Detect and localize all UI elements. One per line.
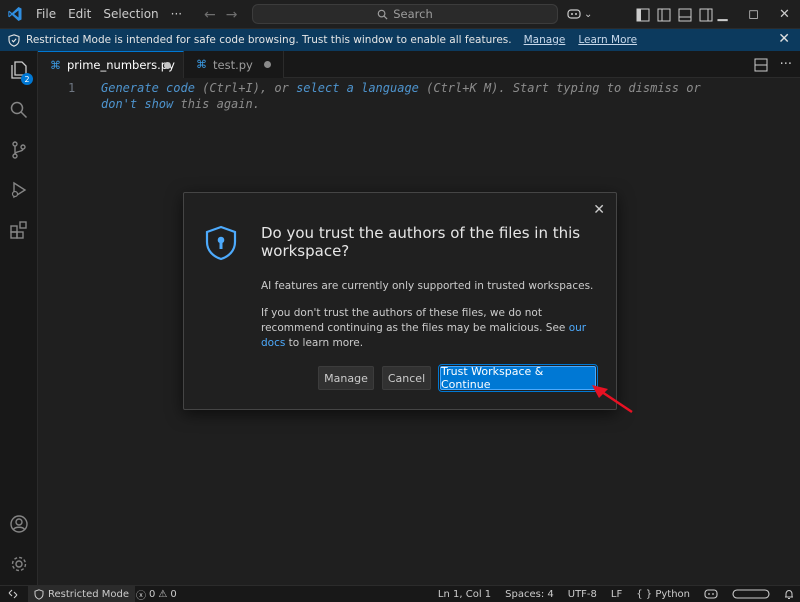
accounts-activity[interactable] — [0, 505, 38, 543]
shield-icon — [34, 588, 44, 600]
empty-editor-hint: Generate code (Ctrl+I), or select a lang… — [101, 80, 741, 112]
dialog-message: AI features are currently only supported… — [261, 280, 594, 292]
hint-text: (Ctrl+K M). Start typing to dismiss or — [418, 81, 701, 95]
search-icon — [10, 101, 28, 119]
problems-status[interactable]: ⓧ 0 ⚠ 0 — [136, 586, 177, 602]
tab-label: test.py — [213, 57, 253, 72]
command-center-search[interactable]: Search — [252, 4, 558, 24]
toggle-panel-icon[interactable] — [678, 8, 692, 22]
error-count: 0 — [149, 588, 156, 600]
language-mode[interactable]: { } Python — [636, 589, 690, 600]
search-activity[interactable] — [0, 91, 38, 129]
hint-text: this again. — [173, 97, 260, 111]
python-file-icon: ⌘ — [196, 58, 207, 71]
chevron-down-icon: ⌄ — [584, 8, 593, 20]
source-control-icon — [12, 141, 26, 159]
remote-icon — [8, 589, 18, 599]
dialog-close-icon[interactable]: ✕ — [593, 202, 605, 218]
manage-activity[interactable] — [0, 545, 38, 583]
navigation-arrows: ← → — [204, 0, 237, 29]
cancel-button[interactable]: Cancel — [382, 366, 431, 390]
search-icon — [377, 9, 388, 20]
activity-bar: 2 — [0, 51, 38, 585]
menu-selection[interactable]: Selection — [97, 0, 164, 29]
braces-icon: { } — [636, 588, 653, 600]
editor-actions: ··· — [754, 51, 792, 78]
close-window-icon[interactable]: ✕ — [769, 7, 800, 22]
title-bar: File Edit Selection ··· ← → Search ⌄ ▁ ◻… — [0, 0, 800, 29]
warning-count: 0 — [170, 588, 177, 600]
copilot-menu-button[interactable]: ⌄ — [566, 5, 592, 23]
encoding[interactable]: UTF-8 — [568, 589, 597, 600]
menu-more[interactable]: ··· — [165, 0, 188, 29]
banner-manage-link[interactable]: Manage — [524, 34, 566, 46]
window-controls: ▁ ◻ ✕ — [707, 0, 800, 29]
toggle-icon[interactable] — [732, 589, 770, 599]
remote-indicator[interactable] — [0, 586, 26, 602]
extensions-icon — [10, 221, 27, 239]
status-bar: Restricted Mode ⓧ 0 ⚠ 0 Ln 1, Col 1 Spac… — [0, 585, 800, 602]
line-number: 1 — [68, 81, 76, 95]
status-right: Ln 1, Col 1 Spaces: 4 UTF-8 LF { } Pytho… — [438, 586, 794, 602]
workspace-trust-dialog: ✕ Do you trust the authors of the files … — [183, 192, 617, 410]
gear-icon — [11, 556, 27, 572]
dialog-detail-text: If you don't trust the authors of these … — [261, 307, 569, 334]
layout-controls — [636, 0, 713, 29]
customize-layout-icon[interactable] — [636, 8, 650, 22]
copilot-icon[interactable] — [704, 588, 718, 600]
cursor-position[interactable]: Ln 1, Col 1 — [438, 589, 491, 600]
copilot-icon — [567, 9, 581, 19]
back-arrow-icon[interactable]: ← — [204, 7, 216, 23]
more-actions-icon[interactable]: ··· — [780, 57, 792, 72]
extensions-activity[interactable] — [0, 211, 38, 249]
shield-icon — [8, 33, 20, 47]
restricted-mode-banner: Restricted Mode is intended for safe cod… — [0, 29, 800, 51]
banner-learn-more-link[interactable]: Learn More — [578, 34, 637, 46]
dialog-detail-text: to learn more. — [285, 337, 364, 349]
source-control-badge: 2 — [21, 73, 33, 85]
notifications-bell-icon[interactable] — [784, 589, 794, 600]
vscode-logo-icon — [0, 0, 30, 29]
generate-code-link[interactable]: Generate code — [101, 81, 195, 95]
banner-close-icon[interactable]: ✕ — [778, 31, 790, 47]
toggle-primary-sidebar-icon[interactable] — [657, 8, 671, 22]
end-of-line[interactable]: LF — [611, 589, 622, 600]
manage-button[interactable]: Manage — [318, 366, 374, 390]
editor-tabs: ⌘ prime_numbers.py ⌘ test.py ··· — [38, 51, 800, 78]
menu-file[interactable]: File — [30, 0, 62, 29]
dont-show-link[interactable]: don't show — [101, 97, 173, 111]
banner-message: Restricted Mode is intended for safe cod… — [26, 34, 512, 46]
language-label: Python — [655, 588, 690, 600]
python-file-icon: ⌘ — [50, 58, 61, 72]
dialog-detail: If you don't trust the authors of these … — [261, 306, 606, 351]
indentation[interactable]: Spaces: 4 — [505, 589, 554, 600]
menu-edit[interactable]: Edit — [62, 0, 97, 29]
minimize-icon[interactable]: ▁ — [707, 7, 738, 22]
split-editor-icon[interactable] — [754, 58, 768, 72]
warning-icon: ⚠ — [158, 588, 168, 600]
tab-label: prime_numbers.py — [67, 58, 175, 72]
unsaved-dot-icon[interactable] — [264, 61, 271, 68]
account-icon — [10, 515, 28, 533]
select-language-link[interactable]: select a language — [296, 81, 419, 95]
error-icon: ⓧ — [136, 590, 146, 602]
forward-arrow-icon[interactable]: → — [226, 7, 238, 23]
restricted-mode-label: Restricted Mode — [48, 588, 130, 600]
trust-workspace-button[interactable]: Trust Workspace & Continue — [438, 364, 598, 392]
dialog-title: Do you trust the authors of the files in… — [261, 224, 581, 260]
search-label: Search — [393, 7, 433, 21]
shield-icon — [205, 225, 237, 261]
hint-text: (Ctrl+I), or — [194, 81, 297, 95]
explorer-activity[interactable]: 2 — [0, 51, 38, 89]
pointer-arrow-icon — [592, 385, 633, 414]
tab-test[interactable]: ⌘ test.py — [184, 51, 284, 78]
unsaved-dot-icon[interactable] — [164, 62, 171, 69]
run-debug-activity[interactable] — [0, 171, 38, 209]
maximize-icon[interactable]: ◻ — [738, 7, 769, 22]
restricted-mode-status[interactable]: Restricted Mode — [28, 586, 136, 602]
tab-prime-numbers[interactable]: ⌘ prime_numbers.py — [38, 51, 184, 78]
run-debug-icon — [11, 181, 27, 199]
source-control-activity[interactable] — [0, 131, 38, 169]
